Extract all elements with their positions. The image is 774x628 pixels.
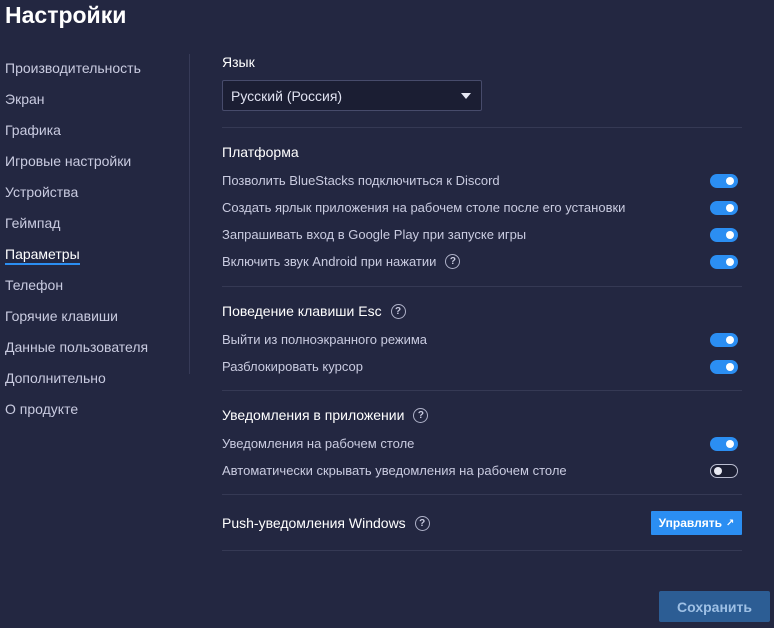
divider	[222, 390, 742, 391]
google-play-label: Запрашивать вход в Google Play при запус…	[222, 227, 527, 242]
sidebar-item-game-settings[interactable]: Игровые настройки	[5, 153, 131, 169]
external-link-icon: ↗	[725, 517, 735, 529]
unlock-cursor-row-label: Разблокировать курсор	[222, 359, 363, 374]
auto-hide-label: Автоматически скрывать уведомления на ра…	[222, 463, 567, 478]
toggle-knob	[726, 177, 734, 185]
toggle-knob	[726, 258, 734, 266]
sidebar-item-preferences[interactable]: Параметры	[5, 246, 80, 265]
discord-toggle[interactable]	[710, 174, 738, 188]
chevron-down-icon	[461, 93, 471, 99]
shortcut-row-label: Создать ярлык приложения на рабочем стол…	[222, 200, 625, 215]
sidebar-item-devices[interactable]: Устройства	[5, 184, 78, 200]
discord-label: Позволить BlueStacks подключиться к Disc…	[222, 173, 500, 188]
toggle-knob	[726, 363, 734, 371]
save-button[interactable]: Сохранить	[659, 591, 770, 622]
sidebar-item-display[interactable]: Экран	[5, 91, 45, 107]
toggle-knob	[726, 440, 734, 448]
sidebar-item-gamepad[interactable]: Геймпад	[5, 215, 60, 231]
toggle-knob	[726, 231, 734, 239]
help-icon[interactable]: ?	[413, 407, 429, 423]
google-play-row-label: Запрашивать вход в Google Play при запус…	[222, 227, 526, 242]
language-select[interactable]: Русский (Россия)	[222, 80, 482, 111]
language-label: Язык	[222, 54, 255, 70]
platform-title: Платформа	[222, 144, 299, 160]
exit-fullscreen-label: Выйти из полноэкранного режима	[222, 332, 428, 347]
sidebar-item-user-data[interactable]: Данные пользователя	[5, 339, 148, 355]
divider	[222, 494, 742, 495]
android-sound-row-label: Включить звук Android при нажатии ?	[222, 254, 461, 269]
esc-behavior-title-text: Поведение клавиши Esc	[222, 303, 382, 319]
desktop-notifications-toggle[interactable]	[710, 437, 738, 451]
esc-behavior-title: Поведение клавиши Esc ?	[222, 303, 406, 319]
unlock-cursor-toggle[interactable]	[710, 360, 738, 374]
platform-title-text: Платформа	[222, 144, 299, 160]
sidebar-item-about[interactable]: О продукте	[5, 401, 78, 417]
desktop-notifications-label: Уведомления на рабочем столе	[222, 436, 415, 451]
notifications-title: Уведомления в приложении ?	[222, 407, 429, 423]
toggle-knob	[726, 336, 734, 344]
android-sound-label: Включить звук Android при нажатии	[222, 254, 437, 269]
push-notifications-title-text: Push-уведомления Windows	[222, 515, 406, 531]
android-sound-toggle[interactable]	[710, 255, 738, 269]
sidebar-item-shortcuts[interactable]: Горячие клавиши	[5, 308, 118, 324]
manage-button-label: Управлять	[658, 516, 722, 530]
help-icon[interactable]: ?	[414, 515, 430, 531]
desktop-notifications-row-label: Уведомления на рабочем столе	[222, 436, 414, 451]
google-play-toggle[interactable]	[710, 228, 738, 242]
settings-sidebar: Производительность Экран Графика Игровые…	[0, 54, 190, 417]
unlock-cursor-label: Разблокировать курсор	[222, 359, 363, 374]
help-icon[interactable]: ?	[390, 303, 406, 319]
manage-button[interactable]: Управлять ↗	[651, 511, 742, 535]
divider	[222, 286, 742, 287]
language-selected-value: Русский (Россия)	[231, 87, 343, 104]
divider	[222, 550, 742, 551]
page-title: Настройки	[5, 2, 127, 28]
auto-hide-row-label: Автоматически скрывать уведомления на ра…	[222, 463, 567, 478]
sidebar-item-advanced[interactable]: Дополнительно	[5, 370, 106, 386]
sidebar-item-performance[interactable]: Производительность	[5, 60, 141, 76]
help-icon[interactable]: ?	[445, 254, 461, 269]
discord-row-label: Позволить BlueStacks подключиться к Disc…	[222, 173, 500, 188]
shortcut-toggle[interactable]	[710, 201, 738, 215]
sidebar-item-phone[interactable]: Телефон	[5, 277, 63, 293]
settings-content: Язык Русский (Россия) Платформа Позволит…	[222, 0, 742, 628]
exit-fullscreen-row-label: Выйти из полноэкранного режима	[222, 332, 427, 347]
toggle-knob	[714, 467, 722, 475]
divider	[222, 127, 742, 128]
auto-hide-toggle[interactable]	[710, 464, 738, 478]
shortcut-label: Создать ярлык приложения на рабочем стол…	[222, 200, 626, 215]
sidebar-item-graphics[interactable]: Графика	[5, 122, 61, 138]
notifications-title-text: Уведомления в приложении	[222, 407, 405, 423]
exit-fullscreen-toggle[interactable]	[710, 333, 738, 347]
toggle-knob	[726, 204, 734, 212]
push-notifications-title: Push-уведомления Windows ?	[222, 515, 430, 531]
